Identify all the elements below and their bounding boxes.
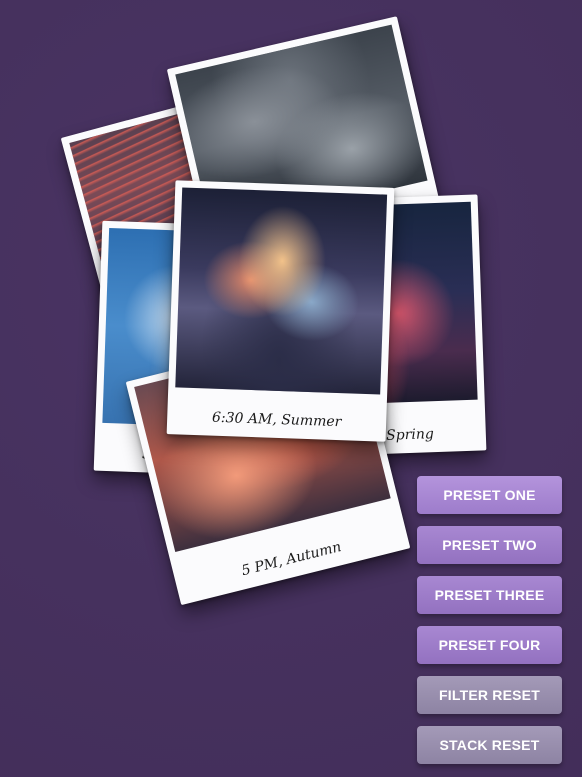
preset-controls: PRESET ONE PRESET TWO PRESET THREE PRESE… xyxy=(417,476,562,776)
polaroid-card-summer[interactable]: 6:30 AM, Summer xyxy=(166,180,395,442)
photo-summer-sky xyxy=(175,187,388,395)
stack-reset-button[interactable]: STACK RESET xyxy=(417,726,562,764)
preset-one-button[interactable]: PRESET ONE xyxy=(417,476,562,514)
preset-three-button[interactable]: PRESET THREE xyxy=(417,576,562,614)
filter-reset-button[interactable]: FILTER RESET xyxy=(417,676,562,714)
card-caption: 6:30 AM, Summer xyxy=(211,409,342,431)
preset-two-button[interactable]: PRESET TWO xyxy=(417,526,562,564)
photo-stack-stage: 3 Spring 5 PM, Autumn 6:30 AM, Summer PR… xyxy=(0,0,582,777)
preset-four-button[interactable]: PRESET FOUR xyxy=(417,626,562,664)
